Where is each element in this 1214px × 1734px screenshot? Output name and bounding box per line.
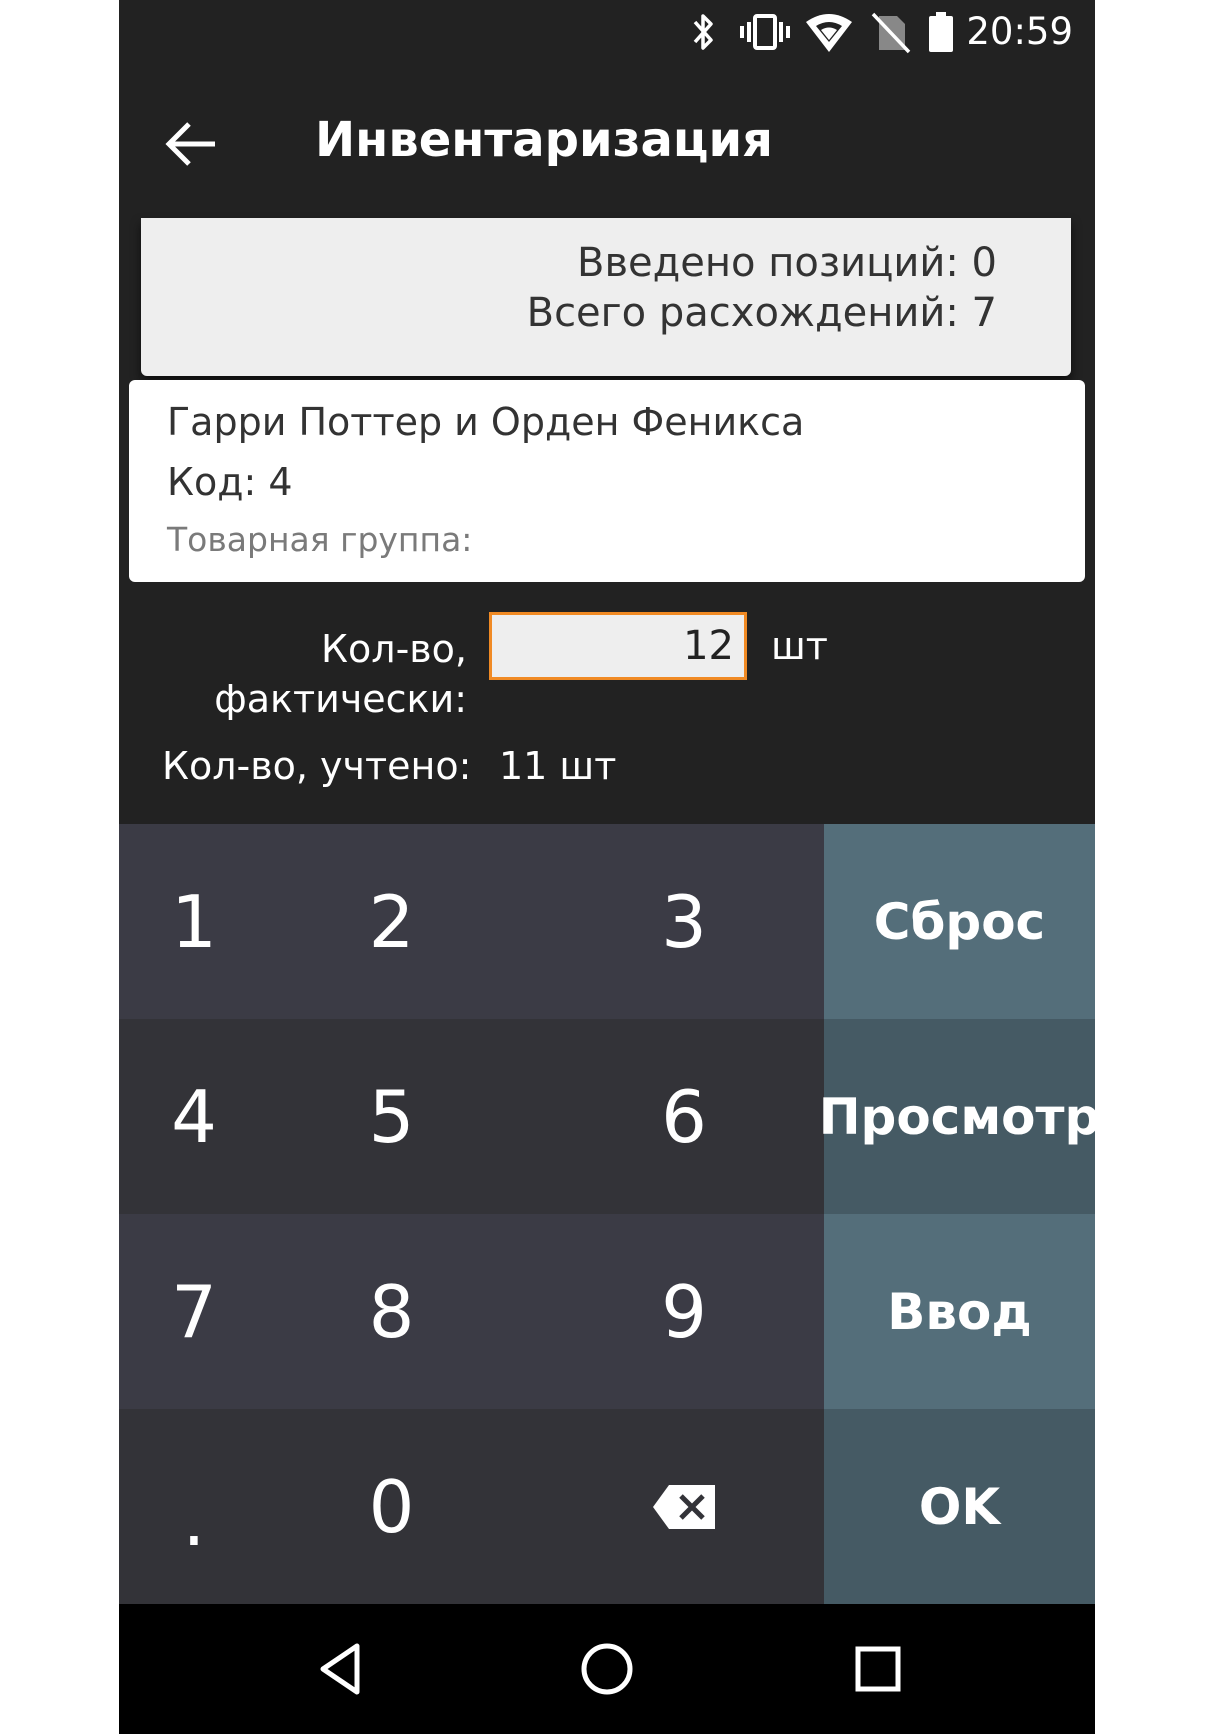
phone-screen: 20:59 Инвентаризация Введено позиций: 0 … <box>119 0 1095 1734</box>
accounted-quantity-value: 11 шт <box>499 744 617 788</box>
backspace-icon <box>653 1484 715 1529</box>
app-bar: Инвентаризация <box>119 68 1095 218</box>
backspace-button[interactable] <box>514 1409 824 1604</box>
key-4[interactable]: 4 <box>119 1019 269 1214</box>
product-group: Товарная группа: <box>167 520 473 559</box>
product-card[interactable]: Гарри Поттер и Орден Феникса Код: 4 Това… <box>129 380 1085 582</box>
actual-quantity-label-line1: Кол-во, <box>321 627 467 671</box>
view-button[interactable]: Просмотр <box>819 1019 1095 1214</box>
quantity-unit: шт <box>771 624 828 668</box>
key-0[interactable]: 0 <box>269 1409 514 1604</box>
nav-recents-icon <box>855 1646 901 1692</box>
key-3[interactable]: 3 <box>514 824 824 1019</box>
ok-button[interactable]: OK <box>824 1409 1095 1604</box>
nav-back-button[interactable] <box>309 1634 379 1704</box>
reset-button[interactable]: Сброс <box>824 824 1095 1019</box>
no-sim-icon <box>871 12 911 58</box>
key-8[interactable]: 8 <box>269 1214 514 1409</box>
key-9[interactable]: 9 <box>514 1214 824 1409</box>
nav-recents-button[interactable] <box>843 1634 913 1704</box>
wifi-icon <box>804 12 854 58</box>
bluetooth-icon <box>689 12 717 56</box>
status-bar: 20:59 <box>119 0 1095 68</box>
enter-button[interactable]: Ввод <box>824 1214 1095 1409</box>
nav-home-icon <box>581 1643 633 1695</box>
keypad: 1 2 3 Сброс 4 5 6 Просмотр 7 8 9 Ввод . … <box>119 824 1095 1604</box>
actual-quantity-input[interactable]: 12 <box>489 612 747 680</box>
vibrate-icon <box>739 12 791 56</box>
arrow-left-icon <box>165 122 215 166</box>
product-name: Гарри Поттер и Орден Феникса <box>167 400 805 444</box>
key-decimal-point[interactable]: . <box>119 1409 269 1604</box>
total-discrepancies-text: Всего расхождений: 7 <box>526 290 997 336</box>
key-5[interactable]: 5 <box>269 1019 514 1214</box>
entered-positions-text: Введено позиций: 0 <box>577 240 997 286</box>
key-1[interactable]: 1 <box>119 824 269 1019</box>
key-7[interactable]: 7 <box>119 1214 269 1409</box>
navigation-bar <box>119 1604 1095 1734</box>
actual-quantity-label-line2: фактически: <box>214 677 467 721</box>
nav-back-icon <box>320 1643 360 1695</box>
clock: 20:59 <box>966 10 1073 53</box>
key-2[interactable]: 2 <box>269 824 514 1019</box>
page-title: Инвентаризация <box>315 112 773 168</box>
actual-quantity-label: Кол-во, фактически: <box>147 624 467 724</box>
summary-card: Введено позиций: 0 Всего расхождений: 7 <box>141 218 1071 376</box>
back-button[interactable] <box>159 110 229 180</box>
accounted-quantity-label: Кол-во, учтено: <box>162 744 472 788</box>
nav-home-button[interactable] <box>572 1634 642 1704</box>
key-6[interactable]: 6 <box>514 1019 824 1214</box>
battery-icon <box>927 12 955 58</box>
product-code: Код: 4 <box>167 460 293 504</box>
